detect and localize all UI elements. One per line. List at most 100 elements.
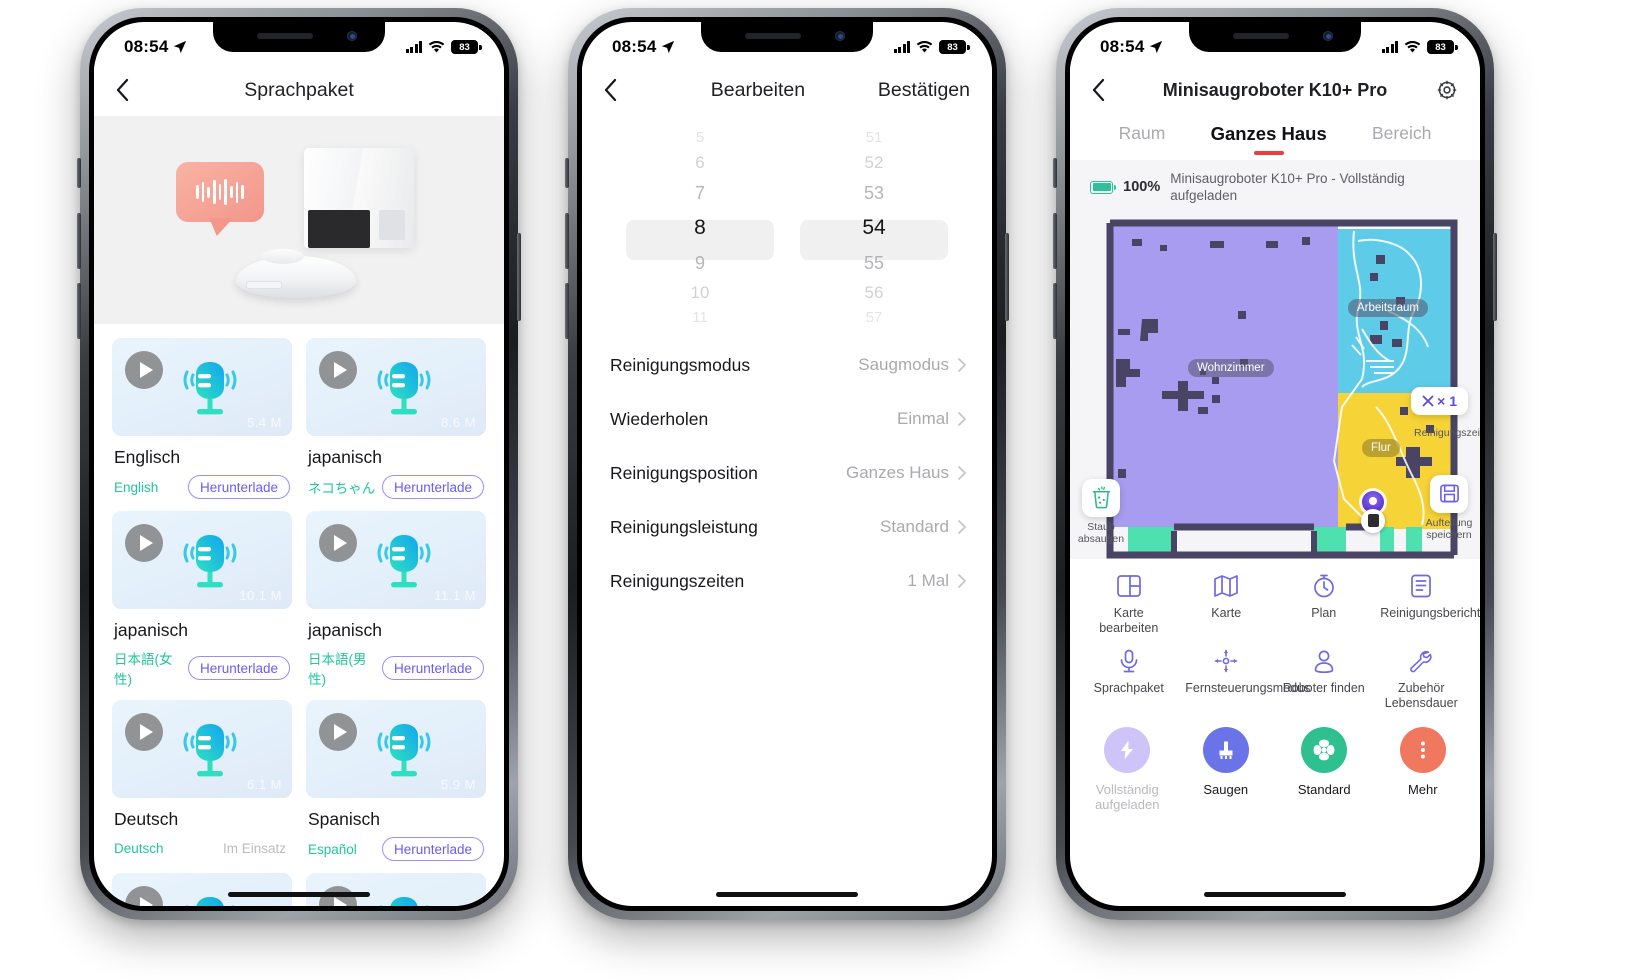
mute-switch[interactable] [77,158,81,188]
hour-option[interactable]: 7 [626,178,774,208]
setting-row[interactable]: Reinigungsleistung Standard [582,500,992,554]
repeat-count-pill[interactable]: × 1 [1411,386,1468,415]
minute-option[interactable]: 52 [800,148,948,178]
play-button[interactable] [319,713,357,751]
voice-bubble-icon [176,162,264,222]
voice-pack-download-button[interactable]: Herunterlade [381,475,484,499]
minute-option[interactable]: 56 [800,278,948,308]
voice-pack-card[interactable]: 5.9 M Spanisch Español Herunterlade [306,700,486,861]
play-button[interactable] [125,351,163,389]
function-remote-control[interactable]: Fernsteuerungsmodus [1178,648,1310,711]
voice-pack-download-button[interactable]: Herunterlade [381,656,484,680]
volume-up-button[interactable] [77,213,81,269]
voice-pack-card[interactable]: 5.4 M Englisch English Herunterlade [112,338,292,499]
room-label-wohnzimmer[interactable]: Wohnzimmer [1188,358,1274,377]
action-fan[interactable]: Standard [1275,726,1374,813]
hour-option[interactable]: 6 [626,148,774,178]
function-map[interactable]: Karte [1178,573,1276,636]
volume-down-button[interactable] [1053,283,1057,339]
gear-icon[interactable] [1436,79,1458,101]
voice-pack-thumbnail[interactable]: 6.1 M [112,700,292,798]
minute-option[interactable]: 57 [800,308,948,328]
hour-picker-column[interactable]: 5 6 7 8 9 10 11 [626,128,774,338]
house-map[interactable]: Wohnzimmer Arbeitsraum Flur Staub absaug… [1070,210,1480,559]
action-bolt[interactable]: Vollständig aufgeladen [1078,726,1177,813]
voice-pack-card[interactable]: 6.1 M Deutsch Deutsch Im Einsatz [112,700,292,861]
home-indicator[interactable] [228,892,370,897]
setting-row[interactable]: Reinigungsmodus Saugmodus [582,338,992,392]
phone-bezel: 08:54 83 Sprachpaket 5.4 M Englisch Engl… [89,17,509,911]
play-button[interactable] [125,524,163,562]
hour-option[interactable]: 9 [626,248,774,278]
voice-pack-thumbnail[interactable]: 8.6 M [306,338,486,436]
save-layout-button[interactable] [1430,474,1468,513]
volume-down-button[interactable] [77,283,81,339]
voice-pack-download-button[interactable]: Herunterlade [381,837,484,861]
play-button[interactable] [319,351,357,389]
volume-up-button[interactable] [1053,213,1057,269]
power-button[interactable] [1005,233,1009,321]
voice-pack-thumbnail[interactable]: 5.4 M [112,338,292,436]
home-indicator[interactable] [1204,892,1346,897]
volume-down-button[interactable] [565,283,569,339]
voice-pack-download-button[interactable]: Herunterlade [187,475,290,499]
minute-selected[interactable]: 54 [800,208,948,248]
minute-option[interactable]: 53 [800,178,948,208]
voice-pack-download-button[interactable]: Herunterlade [187,656,290,680]
mute-switch[interactable] [1053,158,1057,188]
action-more[interactable]: Mehr [1374,726,1473,813]
play-button[interactable] [125,713,163,751]
voice-pack-thumbnail[interactable] [112,873,292,906]
voice-pack-card[interactable]: 10.1 M japanisch 日本語(女性) Herunterlade [112,511,292,688]
voice-pack-thumbnail[interactable]: 5.9 M [306,700,486,798]
voice-pack-thumbnail[interactable] [306,873,486,906]
setting-row[interactable]: Reinigungsposition Ganzes Haus [582,446,992,500]
hour-option[interactable]: 11 [626,308,774,328]
volume-up-button[interactable] [565,213,569,269]
function-report[interactable]: Reinigungsbericht [1373,573,1480,636]
play-button[interactable] [125,886,163,906]
voice-pack-thumbnail[interactable]: 11.1 M [306,511,486,609]
setting-row[interactable]: Reinigungszeiten 1 Mal [582,554,992,608]
confirm-button[interactable]: Bestätigen [878,79,970,102]
tab-ganzes-haus[interactable]: Ganzes Haus [1211,123,1327,154]
minute-picker-column[interactable]: 51 52 53 54 55 56 57 [800,128,948,338]
setting-value-group: 1 Mal [907,571,966,591]
back-button[interactable] [116,79,150,101]
dust-collection-button[interactable] [1082,478,1120,517]
notch [701,22,873,52]
voice-pack-native-name: 日本語(女性) [114,652,173,687]
play-button[interactable] [319,524,357,562]
room-label-flur[interactable]: Flur [1362,438,1400,457]
voice-pack-thumbnail[interactable]: 10.1 M [112,511,292,609]
setting-row[interactable]: Wiederholen Einmal [582,392,992,446]
function-locate-robot[interactable]: Roboter finden [1275,648,1373,711]
back-button[interactable] [604,79,638,101]
power-button[interactable] [517,233,521,321]
room-label-arbeitsraum[interactable]: Arbeitsraum [1348,298,1428,317]
hour-selected[interactable]: 8 [626,208,774,248]
home-indicator[interactable] [716,892,858,897]
voice-pack-card[interactable]: 11.1 M japanisch 日本語(男性) Herunterlade [306,511,486,688]
hour-option[interactable]: 5 [626,128,774,148]
voice-pack-card[interactable] [112,873,292,906]
voice-pack-meta: English Herunterlade [112,475,292,499]
function-edit-map[interactable]: Karte bearbeiten [1080,573,1178,636]
power-button[interactable] [1493,233,1497,321]
tab-bereich[interactable]: Bereich [1372,123,1431,153]
function-wrench[interactable]: Zubehör Lebensdauer [1373,648,1471,711]
back-button[interactable] [1092,79,1126,101]
function-microphone[interactable]: Sprachpaket [1080,648,1178,711]
tab-raum[interactable]: Raum [1119,123,1166,153]
function-timer[interactable]: Plan [1275,573,1373,636]
voice-pack-card[interactable]: 8.6 M japanisch ネコちゃん Herunterlade [306,338,486,499]
map-canvas[interactable] [1070,210,1480,559]
hour-option[interactable]: 10 [626,278,774,308]
mute-switch[interactable] [565,158,569,188]
time-picker[interactable]: 5 6 7 8 9 10 11 51 52 53 54 55 56 57 [582,116,992,338]
chevron-right-icon [958,574,966,588]
voice-pack-card[interactable] [306,873,486,906]
minute-option[interactable]: 55 [800,248,948,278]
minute-option[interactable]: 51 [800,128,948,148]
action-vacuum[interactable]: Saugen [1177,726,1276,813]
